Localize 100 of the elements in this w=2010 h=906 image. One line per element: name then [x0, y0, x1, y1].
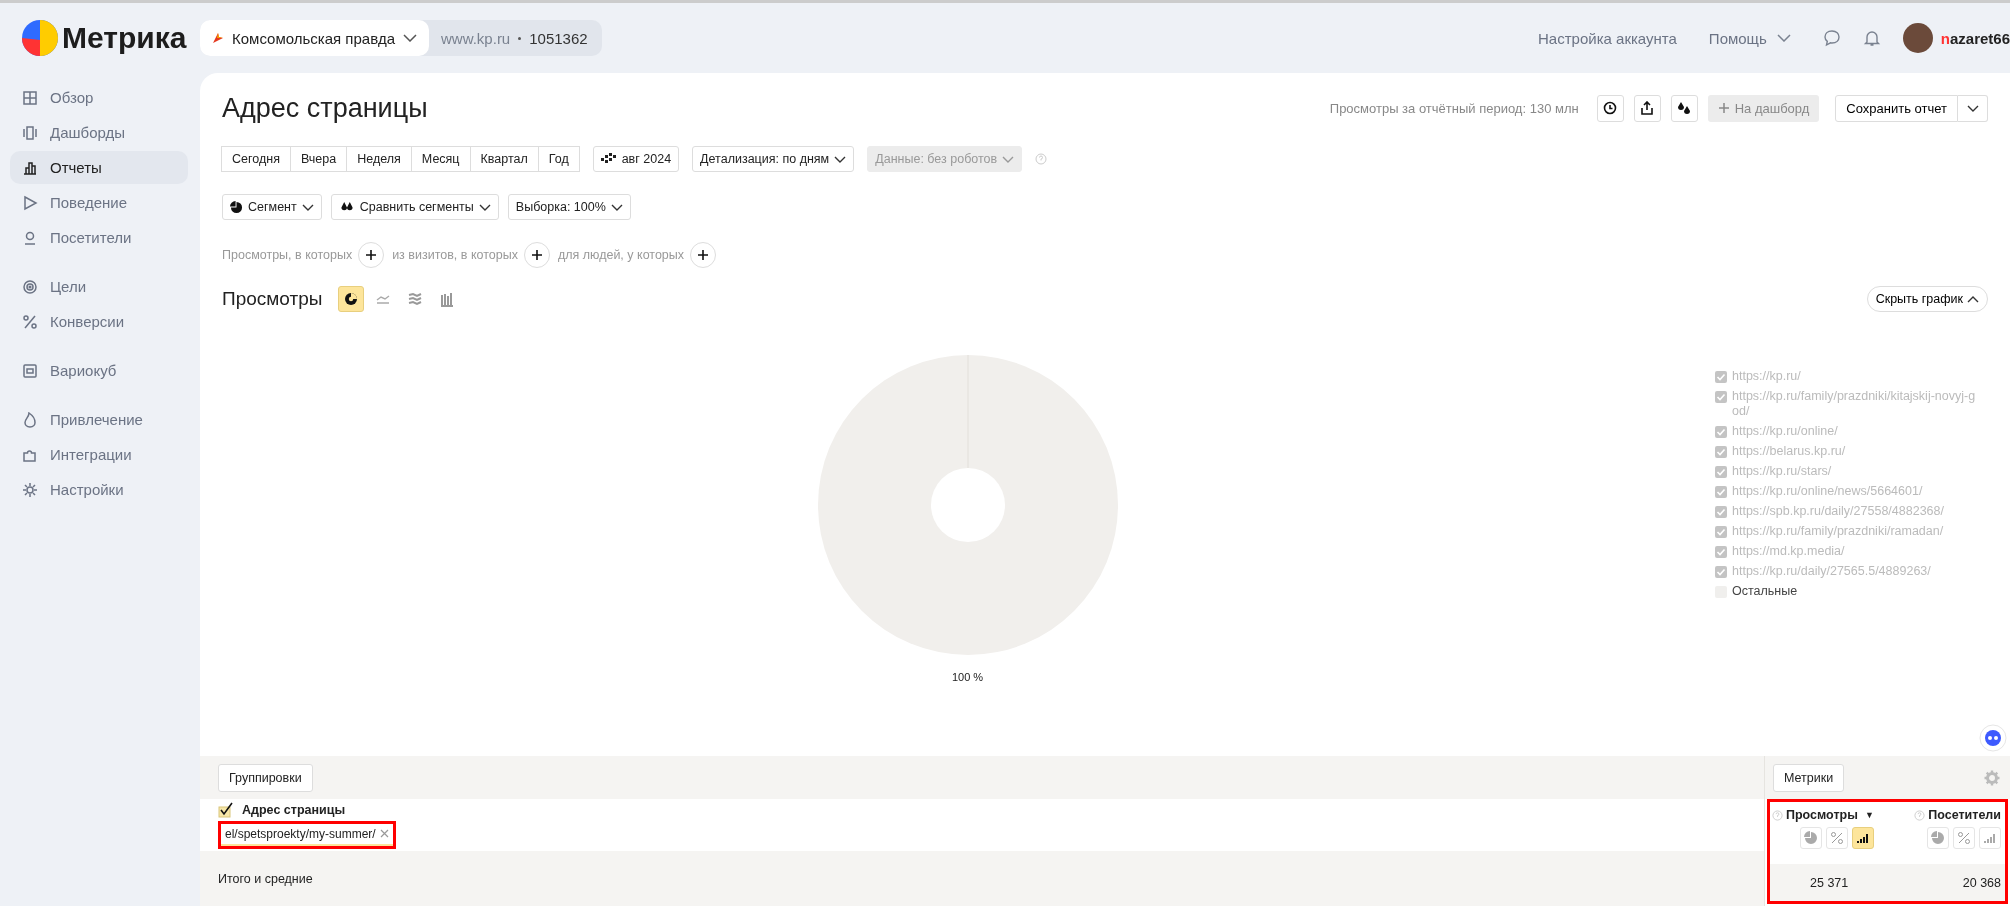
sidebar-item[interactable]: Поведение [10, 186, 188, 219]
sidebar-item[interactable]: Дашборды [10, 116, 188, 149]
legend-checkbox[interactable] [1715, 391, 1727, 403]
condition-label: из визитов, в которых [392, 248, 518, 262]
date-picker[interactable]: авг 2024 [592, 146, 680, 172]
help-icon[interactable] [1035, 153, 1048, 165]
add-condition-button[interactable] [358, 242, 385, 268]
sidebar-item[interactable]: Конверсии [10, 305, 188, 338]
bell-icon[interactable] [1862, 29, 1881, 47]
help-icon[interactable] [1772, 809, 1783, 821]
legend-label: https://belarus.kp.ru/ [1732, 444, 1847, 459]
chart-type-button[interactable] [338, 286, 365, 312]
totals-label: Итого и средние [218, 871, 313, 886]
save-report-button[interactable]: Сохранить отчет [1835, 94, 1958, 122]
bars-icon [1983, 831, 1997, 845]
period-button[interactable]: Месяц [410, 146, 471, 172]
sort-indicator[interactable]: ▼ [1864, 810, 1874, 820]
sidebar-item[interactable]: Привлечение [10, 403, 188, 436]
chevron-down-icon [610, 203, 623, 211]
legend-checkbox[interactable] [1715, 506, 1727, 518]
pie-icon [230, 200, 243, 214]
sidebar-item[interactable]: Обзор [10, 81, 188, 114]
metrics-button[interactable]: Метрики [1773, 763, 1845, 792]
legend-checkbox[interactable] [1715, 526, 1727, 538]
percent-icon [1829, 831, 1844, 845]
period-button[interactable]: Год [537, 146, 580, 172]
period-button[interactable]: Сегодня [221, 146, 291, 172]
avatar[interactable] [1902, 23, 1933, 53]
export-button[interactable] [1633, 94, 1661, 122]
column-header[interactable]: Адрес страницы [242, 802, 346, 817]
settings-icon[interactable] [1984, 769, 2000, 786]
chat-icon[interactable] [1822, 29, 1841, 47]
compare-segments-dropdown[interactable]: Сравнить сегменты [330, 194, 499, 220]
legend-checkbox[interactable] [1715, 446, 1727, 458]
user-login[interactable]: nazaret66 [1940, 29, 2010, 47]
chevron-up-icon [1967, 295, 1979, 303]
gear-icon [22, 481, 38, 498]
chevron-down-icon [478, 203, 491, 211]
chart-percent-label: 100 % [951, 671, 984, 683]
sidebar-item[interactable]: Посетители [10, 221, 188, 254]
caret-icon [1966, 104, 1979, 112]
target-icon [22, 278, 38, 295]
legend-label: https://kp.ru/ [1732, 369, 1802, 384]
pie-icon [1931, 831, 1945, 845]
chevron-down-icon [301, 203, 314, 211]
help-icon[interactable] [1914, 809, 1926, 821]
area-chart-icon [407, 291, 424, 307]
plus-icon [697, 249, 710, 261]
chart-title: Просмотры [222, 288, 323, 310]
add-condition-button[interactable] [690, 242, 717, 268]
sidebar-item[interactable]: Цели [10, 270, 188, 303]
total-value: 20 368 [1962, 875, 2001, 890]
checkmark-icon[interactable] [218, 801, 234, 818]
legend-checkbox[interactable] [1715, 426, 1727, 438]
assistant-icon[interactable] [1979, 724, 2007, 752]
logo-icon [22, 20, 58, 56]
legend-checkbox[interactable] [1715, 371, 1727, 383]
percent-icon [22, 313, 38, 330]
clock-icon [1603, 101, 1618, 115]
detail-dropdown[interactable]: Детализация: по дням [692, 146, 855, 172]
period-button[interactable]: Вчера [289, 146, 348, 172]
save-options-button[interactable] [1958, 94, 1988, 122]
grid-icon [22, 89, 38, 106]
account-settings-link[interactable]: Настройка аккаунта [1538, 29, 1677, 47]
period-button[interactable]: Неделя [346, 146, 412, 172]
dashboards-icon [22, 124, 38, 141]
compare-button[interactable] [1670, 94, 1698, 122]
legend-checkbox[interactable] [1715, 546, 1727, 558]
cube-icon [22, 362, 38, 379]
sample-dropdown[interactable]: Выборка: 100% [507, 194, 631, 220]
clear-icon[interactable] [379, 829, 389, 838]
bars-icon [1855, 831, 1870, 845]
legend-label: https://md.kp.media/ [1732, 544, 1846, 559]
help-menu[interactable]: Помощь [1708, 29, 1791, 47]
column-header[interactable]: Посетители [1928, 808, 2001, 822]
legend-checkbox[interactable] [1715, 466, 1727, 478]
period-button[interactable]: Квартал [469, 146, 539, 172]
sidebar-item[interactable]: Вариокуб [10, 354, 188, 387]
reports-icon [22, 159, 38, 176]
site-selector[interactable]: Комсомольская правда [200, 20, 430, 56]
legend-label: https://kp.ru/online/ [1732, 424, 1839, 439]
total-value: 25 371 [1810, 875, 1849, 890]
legend-checkbox[interactable] [1715, 486, 1727, 498]
sidebar-item[interactable]: Настройки [10, 473, 188, 506]
logo-text: Метрика [62, 21, 187, 55]
sidebar-item[interactable]: Отчеты [10, 151, 188, 184]
hide-chart-button[interactable]: Скрыть график [1866, 286, 1988, 312]
pie-chart-icon [343, 291, 360, 307]
view-mode-button[interactable] [1851, 827, 1874, 849]
chevron-down-icon [834, 155, 847, 163]
condition-label: для людей, у которых [557, 248, 685, 262]
legend-label: https://kp.ru/stars/ [1732, 464, 1833, 479]
add-condition-button[interactable] [523, 242, 550, 268]
legend-checkbox[interactable] [1715, 566, 1727, 578]
groupings-button[interactable]: Группировки [218, 763, 313, 792]
column-header[interactable]: Просмотры [1786, 808, 1858, 822]
segment-dropdown[interactable]: Сегмент [222, 194, 322, 220]
sidebar-item[interactable]: Интеграции [10, 438, 188, 471]
history-button[interactable] [1596, 94, 1624, 122]
drops-icon [1676, 101, 1693, 115]
